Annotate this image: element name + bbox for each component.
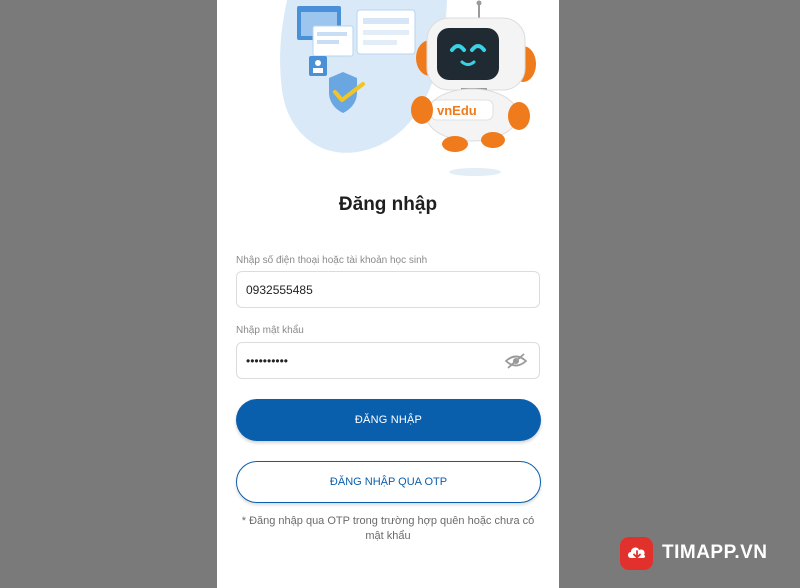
brand-logo-text: vnEdu bbox=[437, 103, 477, 118]
robot-foot bbox=[442, 136, 468, 152]
cloud-download-icon bbox=[620, 536, 653, 570]
robot-arm bbox=[411, 96, 433, 124]
account-field-label: Nhập số điện thoại hoặc tài khoản học si… bbox=[236, 255, 428, 266]
robot-face bbox=[437, 28, 499, 80]
password-input[interactable] bbox=[246, 343, 496, 378]
login-otp-button[interactable]: ĐĂNG NHẬP QUA OTP bbox=[236, 461, 541, 503]
account-input-box[interactable] bbox=[236, 271, 540, 308]
eye-slash-icon[interactable] bbox=[505, 352, 527, 370]
robot-foot bbox=[481, 132, 505, 148]
page-title: Đăng nhập bbox=[338, 194, 438, 215]
login-screen: vnEdu Đăng nhập Nhập số điện thoại hoặc … bbox=[217, 0, 559, 588]
watermark-text: TIMAPP.VN bbox=[662, 542, 768, 563]
account-input[interactable] bbox=[246, 272, 496, 307]
otp-note: * Đăng nhập qua OTP trong trường hợp quê… bbox=[241, 515, 535, 542]
password-field-label: Nhập mật khẩu bbox=[236, 325, 304, 336]
watermark: TIMAPP.VN bbox=[620, 536, 768, 570]
password-input-box[interactable] bbox=[236, 342, 540, 379]
login-button[interactable]: ĐĂNG NHẬP bbox=[236, 399, 541, 441]
hero-illustration: vnEdu bbox=[280, 0, 536, 176]
robot-arm bbox=[508, 102, 530, 130]
